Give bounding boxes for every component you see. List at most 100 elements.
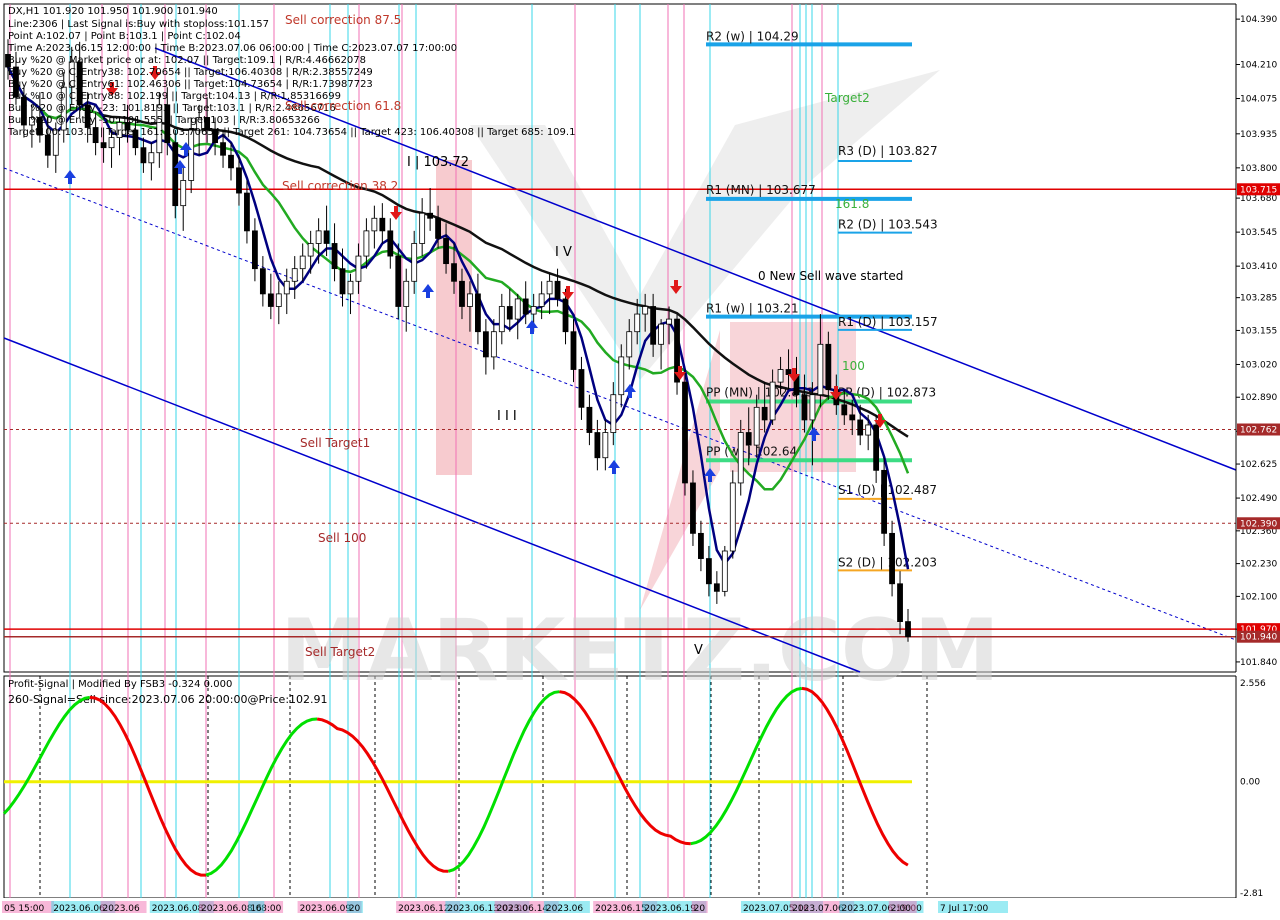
candle-body xyxy=(506,306,513,320)
price-tick-label: 104.075 xyxy=(1240,95,1277,105)
candle-body xyxy=(745,432,752,446)
candle-body xyxy=(753,406,760,446)
candle-body xyxy=(809,394,816,421)
candle-body xyxy=(331,243,338,270)
candle-body xyxy=(761,406,768,421)
info-line: Buy %20 @ Entry -50: 101.555 || Target:1… xyxy=(8,115,320,126)
candle-body xyxy=(252,230,258,270)
candle-body xyxy=(841,404,848,416)
candle-body xyxy=(666,318,672,325)
indicator-tick-label: 2.556 xyxy=(1240,679,1266,689)
time-axis-label: 2023.06.09 xyxy=(300,904,352,914)
price-level-tag-label: 102.390 xyxy=(1240,519,1277,529)
price-tick-label: 102.625 xyxy=(1240,460,1277,470)
indicator-tick-label: 0.00 xyxy=(1240,778,1260,788)
price-tick-label: 101.840 xyxy=(1240,658,1277,668)
time-axis-label: 2023.06.12 xyxy=(398,904,450,914)
signal-label: 0 New Sell wave started xyxy=(758,269,903,283)
candle-body xyxy=(769,381,776,421)
candle-body xyxy=(658,323,664,345)
candle-body xyxy=(172,142,179,207)
candle-body xyxy=(849,414,856,421)
candle-body xyxy=(705,558,712,585)
candle-body xyxy=(554,280,561,300)
candle-body xyxy=(482,331,489,358)
candle-body xyxy=(530,306,537,315)
time-axis-label: 2023.06.06 xyxy=(53,904,105,914)
price-level-tag-label: 102.762 xyxy=(1240,426,1277,436)
candle-body xyxy=(180,180,187,207)
candle-body xyxy=(403,280,410,307)
candle-body xyxy=(355,255,362,282)
candle-body xyxy=(610,394,617,433)
indicator-panel xyxy=(3,675,1237,899)
candle-body xyxy=(642,306,649,315)
indicator-title: Profit-Signal | Modified By FSB3 -0.324 … xyxy=(8,679,232,690)
time-axis-label: 20 xyxy=(694,904,706,914)
candle-body xyxy=(323,230,330,244)
candle-body xyxy=(275,293,282,307)
price-tick-label: 102.490 xyxy=(1240,494,1277,504)
price-tick-label: 102.230 xyxy=(1240,560,1277,570)
time-axis-label: 2:00 xyxy=(891,904,911,914)
price-tick-label: 103.020 xyxy=(1240,360,1277,370)
signal-label: 100 xyxy=(842,359,865,373)
candle-body xyxy=(363,230,370,257)
candle-body xyxy=(419,212,426,244)
candle-body xyxy=(387,230,394,257)
candle-body xyxy=(881,469,888,534)
pivot-label: R3 (D) | 103.827 xyxy=(838,144,938,158)
wave-label: I | 103.72 xyxy=(407,155,469,170)
candle-body xyxy=(690,482,696,534)
chart-window: MARKETZ.COM R2 (w) | 104.29 R3 (D) | 103.… xyxy=(0,0,1280,920)
pivot-label: S2 (D) | 102.203 xyxy=(838,555,937,569)
candle-body xyxy=(475,293,481,333)
candle-body xyxy=(451,263,457,282)
candle-body xyxy=(299,255,306,270)
pivot-label: R2 (w) | 104.29 xyxy=(706,29,799,43)
candle-body xyxy=(100,142,107,149)
candle-body xyxy=(682,381,688,484)
candle-body xyxy=(578,369,585,408)
candle-body xyxy=(570,331,577,370)
pivot-label: PP (w) | 102.64 xyxy=(706,444,797,458)
candle-body xyxy=(467,293,473,307)
pivot-label: R2 (D) | 103.543 xyxy=(838,218,938,232)
info-line: Buy %20 @ C_Entry38: 102.70654 || Target… xyxy=(8,67,373,78)
price-tick-label: 103.800 xyxy=(1240,164,1277,174)
pivot-label: S1 (D) | 102.487 xyxy=(838,483,937,497)
candle-body xyxy=(737,432,744,484)
price-tick-label: 104.390 xyxy=(1240,15,1277,25)
price-tick-label: 103.680 xyxy=(1240,194,1277,204)
time-axis-label: 2023.06.19 xyxy=(644,904,696,914)
wave-label: V xyxy=(694,643,703,658)
candle-body xyxy=(236,167,242,194)
wave-label: I I I xyxy=(497,409,517,424)
candle-body xyxy=(498,306,505,333)
time-axis-label: 2023.07.06 xyxy=(792,904,844,914)
candle-body xyxy=(594,432,601,459)
info-line: Point A:102.07 | Point B:103.1 | Point C… xyxy=(8,31,241,42)
info-line: Buy %20 @ C_Entry61: 102.46306 || Target… xyxy=(8,79,373,90)
signal-label: Target2 xyxy=(824,91,870,105)
candle-body xyxy=(244,192,250,232)
time-axis-label: 2023.06.15 xyxy=(595,904,647,914)
candle-body xyxy=(777,369,784,383)
signal-label: Sell 100 xyxy=(318,531,366,545)
candle-body xyxy=(108,137,115,149)
signal-label: Sell correction 87.5 xyxy=(285,13,401,27)
price-tick-label: 103.155 xyxy=(1240,326,1277,336)
price-tick-label: 104.210 xyxy=(1240,60,1277,70)
time-axis-label: 2023.06.14 xyxy=(497,904,549,914)
candle-body xyxy=(443,238,449,265)
candle-body xyxy=(339,268,346,295)
time-axis-label: 05 15:00 xyxy=(4,904,45,914)
candle-body xyxy=(729,482,736,552)
info-line: Target100: 103.1 || Target 161: 103.7065… xyxy=(7,127,575,138)
candle-body xyxy=(586,406,593,433)
candle-body xyxy=(713,583,720,592)
candle-body xyxy=(865,424,872,436)
symbol-header: DX,H1 101.920 101.950 101.900 101.940 xyxy=(8,6,218,17)
candle-body xyxy=(825,343,832,391)
candle-body xyxy=(897,583,903,622)
